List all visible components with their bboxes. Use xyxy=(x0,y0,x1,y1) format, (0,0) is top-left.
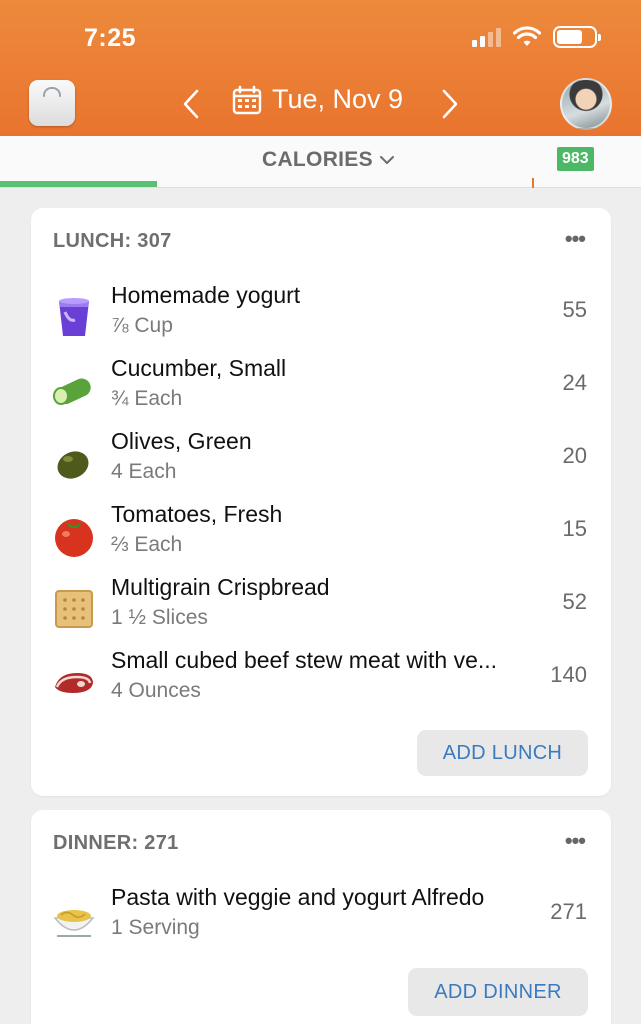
lunch-card: LUNCH: 307 ••• Homemade yogurt ⅞ Cup 55 … xyxy=(31,208,611,796)
dinner-more-button[interactable]: ••• xyxy=(565,828,586,854)
food-quantity: 1 Serving xyxy=(111,916,200,939)
food-calories: 20 xyxy=(562,443,587,468)
tomato-icon xyxy=(55,519,93,557)
food-calories: 24 xyxy=(562,370,587,395)
signal-icon xyxy=(472,27,501,47)
food-row[interactable]: Small cubed beef stew meat with ve... 4 … xyxy=(31,645,611,715)
chevron-right-icon xyxy=(442,89,458,119)
calories-remaining-badge: 983 xyxy=(557,147,594,171)
calories-dropdown[interactable]: CALORIES xyxy=(262,148,395,172)
add-lunch-button[interactable]: ADD LUNCH xyxy=(417,730,588,776)
app-header: 7:25 Tue, Nov 9 xyxy=(0,0,641,136)
food-quantity: 4 Ounces xyxy=(111,679,201,702)
scale-icon[interactable] xyxy=(29,80,75,126)
previous-day-button[interactable] xyxy=(176,86,206,122)
food-name: Pasta with veggie and yogurt Alfredo xyxy=(111,884,485,910)
date-label: Tue, Nov 9 xyxy=(272,84,404,114)
food-name: Small cubed beef stew meat with ve... xyxy=(111,647,498,673)
food-row[interactable]: Multigrain Crispbread 1 ½ Slices 52 xyxy=(31,572,611,642)
calories-label: CALORIES xyxy=(262,148,373,171)
calendar-icon xyxy=(232,85,262,114)
food-name: Olives, Green xyxy=(111,428,252,454)
food-calories: 15 xyxy=(562,516,587,541)
food-name: Cucumber, Small xyxy=(111,355,287,381)
cucumber-icon xyxy=(53,378,91,405)
food-name: Tomatoes, Fresh xyxy=(111,501,283,527)
steak-icon xyxy=(55,673,93,693)
crispbread-icon xyxy=(55,590,93,628)
status-time: 7:25 xyxy=(84,24,137,52)
next-day-button[interactable] xyxy=(435,86,465,122)
food-row[interactable]: Tomatoes, Fresh ⅔ Each 15 xyxy=(31,499,611,569)
food-calories: 271 xyxy=(550,899,587,924)
food-row[interactable]: Homemade yogurt ⅞ Cup 55 xyxy=(31,280,611,350)
food-calories: 52 xyxy=(562,589,587,614)
yogurt-icon xyxy=(59,298,89,336)
add-dinner-button[interactable]: ADD DINNER xyxy=(408,968,588,1016)
chevron-down-icon xyxy=(379,156,394,164)
food-quantity: 1 ½ Slices xyxy=(111,606,208,629)
food-quantity: 4 Each xyxy=(111,460,177,483)
date-selector[interactable]: Tue, Nov 9 xyxy=(232,84,403,115)
food-row[interactable]: Cucumber, Small ¾ Each 24 xyxy=(31,353,611,423)
food-quantity: ¾ Each xyxy=(111,387,183,410)
lunch-more-button[interactable]: ••• xyxy=(565,226,586,252)
dinner-title: DINNER: 271 xyxy=(53,832,179,854)
dinner-card: DINNER: 271 ••• Pasta with veggie and yo… xyxy=(31,810,611,1024)
calorie-progress-bar xyxy=(0,181,157,187)
status-icons xyxy=(472,26,601,48)
wifi-icon xyxy=(513,26,541,46)
pasta-bowl-icon xyxy=(53,910,95,937)
food-quantity: ⅞ Cup xyxy=(111,314,173,337)
battery-icon xyxy=(553,26,601,48)
food-name: Homemade yogurt xyxy=(111,282,301,308)
food-quantity: ⅔ Each xyxy=(111,533,183,556)
olive-icon xyxy=(57,451,89,479)
food-row[interactable]: Pasta with veggie and yogurt Alfredo 1 S… xyxy=(31,882,611,952)
calorie-goal-marker xyxy=(532,178,534,188)
lunch-title: LUNCH: 307 xyxy=(53,230,172,252)
chevron-left-icon xyxy=(183,89,199,119)
food-name: Multigrain Crispbread xyxy=(111,574,330,600)
food-calories: 140 xyxy=(550,662,587,687)
avatar[interactable] xyxy=(560,78,612,130)
food-row[interactable]: Olives, Green 4 Each 20 xyxy=(31,426,611,496)
food-calories: 55 xyxy=(562,297,587,322)
